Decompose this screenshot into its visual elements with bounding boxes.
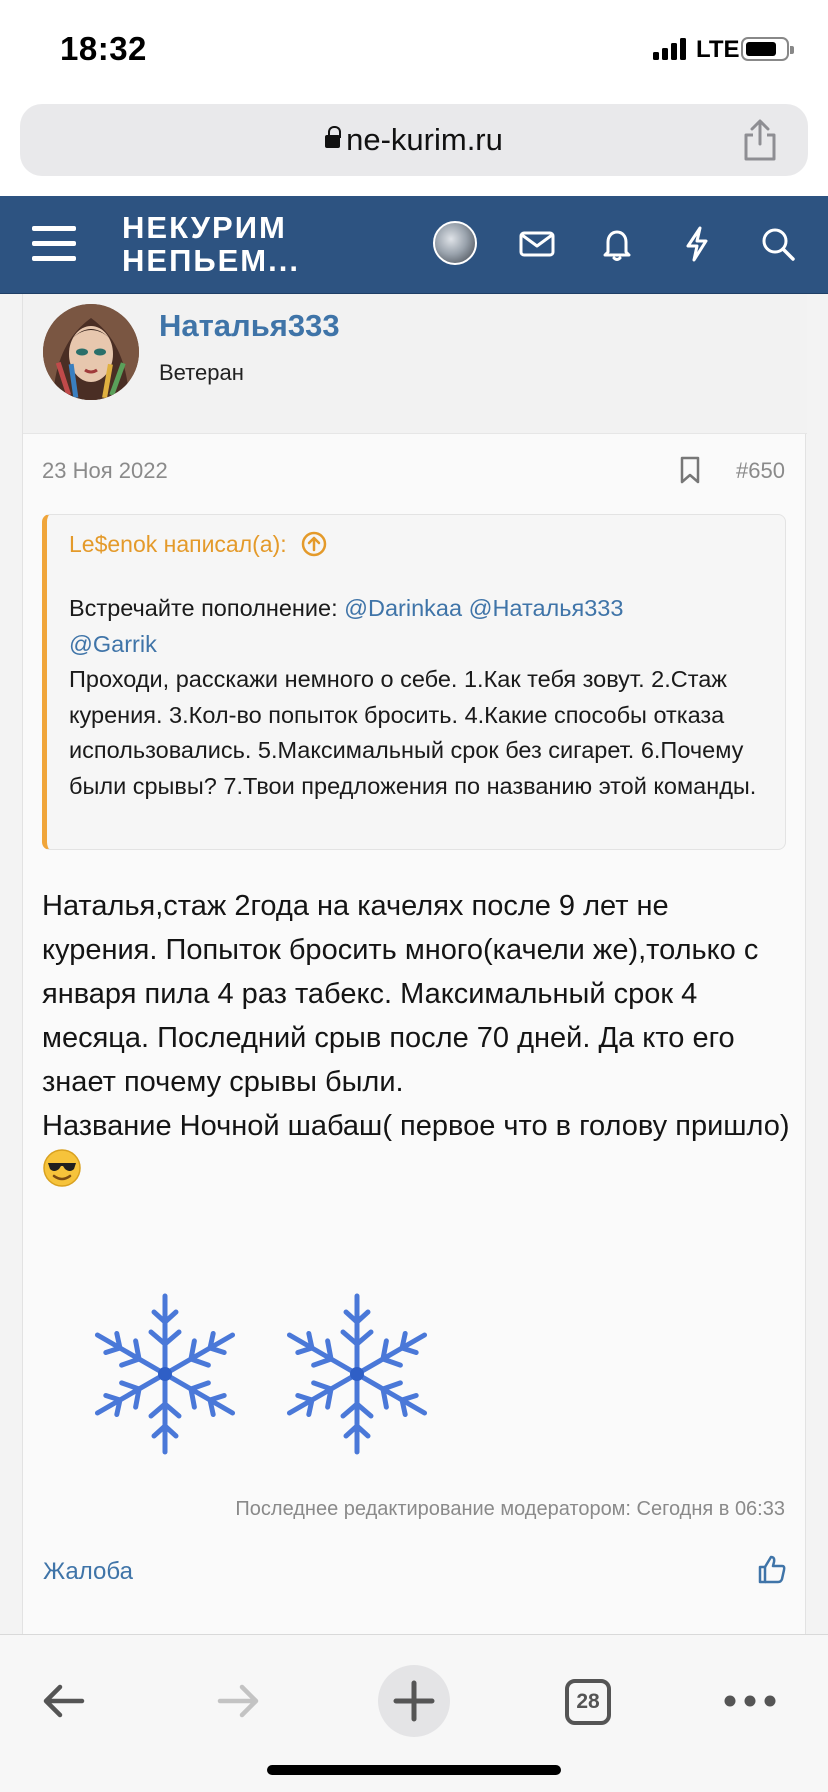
mention-link[interactable]: @Наталья333 (469, 595, 624, 621)
network-type: LTE (696, 36, 740, 63)
snowflake-images (61, 1284, 428, 1474)
quote-block: Le$enok написал(а): Встречайте пополнени… (42, 514, 786, 850)
quote-text: Встречайте пополнение: @Darinkaa @Наталь… (69, 591, 779, 804)
post-number[interactable]: #650 (736, 458, 785, 484)
author-avatar-image (43, 304, 139, 400)
quote-body-text: Проходи, расскажи немного о себе. 1.Как … (69, 666, 757, 799)
logo-line1: НЕКУРИМ (122, 210, 287, 245)
browser-toolbar: 28 (0, 1634, 828, 1792)
user-avatar-icon[interactable] (433, 221, 477, 265)
status-bar: 18:32 LTE (0, 0, 828, 96)
post-paragraph: Наталья,стаж 2года на качелях после 9 ле… (42, 890, 759, 1098)
plus-icon (393, 1680, 435, 1722)
new-tab-button[interactable] (378, 1665, 450, 1737)
cool-sunglasses-emoji-icon (43, 1149, 81, 1187)
browser-url-area: ne-kurim.ru (0, 96, 828, 196)
mention-link[interactable]: @Garrik (69, 631, 157, 657)
arrow-up-circle-icon[interactable] (301, 531, 327, 557)
logo-line2: НЕПЬЕМ... (122, 243, 300, 278)
snowflake-icon (94, 1293, 236, 1455)
menu-icon[interactable] (32, 224, 76, 264)
snowflake-icon (286, 1293, 428, 1455)
back-arrow-icon[interactable] (34, 1671, 94, 1731)
report-link[interactable]: Жалоба (43, 1558, 133, 1586)
site-logo[interactable]: НЕКУРИМ НЕПЬЕМ... (122, 211, 300, 277)
quote-author: Le$enok написал(а): (69, 531, 287, 557)
author-name[interactable]: Наталья333 (159, 308, 340, 344)
url-text: ne-kurim.ru (346, 122, 503, 157)
bookmark-icon[interactable] (679, 456, 701, 484)
post-body: Наталья,стаж 2года на качелях после 9 ле… (42, 884, 792, 1193)
thumbs-up-icon[interactable] (757, 1554, 787, 1584)
signal-icon (653, 38, 689, 60)
search-icon[interactable] (759, 225, 797, 263)
forward-arrow-icon[interactable] (208, 1671, 268, 1731)
url-display[interactable]: ne-kurim.ru (20, 122, 808, 158)
lock-icon (325, 126, 342, 151)
envelope-icon[interactable] (518, 225, 556, 263)
address-bar[interactable]: ne-kurim.ru (20, 104, 808, 176)
battery-icon (741, 37, 794, 61)
more-options-icon[interactable] (720, 1671, 780, 1731)
tabs-button[interactable]: 28 (565, 1679, 611, 1725)
post-date[interactable]: 23 Ноя 2022 (42, 458, 168, 484)
post-author-block: Наталья333 Ветеран (23, 294, 807, 434)
site-header: НЕКУРИМ НЕПЬЕМ... (0, 196, 828, 294)
home-indicator (267, 1765, 561, 1775)
bell-icon[interactable] (598, 225, 636, 263)
author-title: Ветеран (159, 360, 244, 385)
mention-link[interactable]: @Darinkaa (344, 595, 462, 621)
author-avatar[interactable] (43, 304, 139, 400)
post-paragraph: Название Ночной шабаш( первое что в голо… (42, 1110, 790, 1142)
forum-post: Наталья333 Ветеран 23 Ноя 2022 #650 Le$e… (22, 294, 807, 1634)
quote-intro: Встречайте пополнение: (69, 595, 345, 621)
last-edit-note: Последнее редактирование модератором: Се… (235, 1498, 785, 1520)
page-content: Наталья333 Ветеран 23 Ноя 2022 #650 Le$e… (0, 294, 828, 1634)
lightning-icon[interactable] (678, 225, 716, 263)
status-time: 18:32 (60, 30, 147, 67)
quote-header[interactable]: Le$enok написал(а): (69, 531, 327, 558)
share-icon[interactable] (740, 118, 780, 162)
